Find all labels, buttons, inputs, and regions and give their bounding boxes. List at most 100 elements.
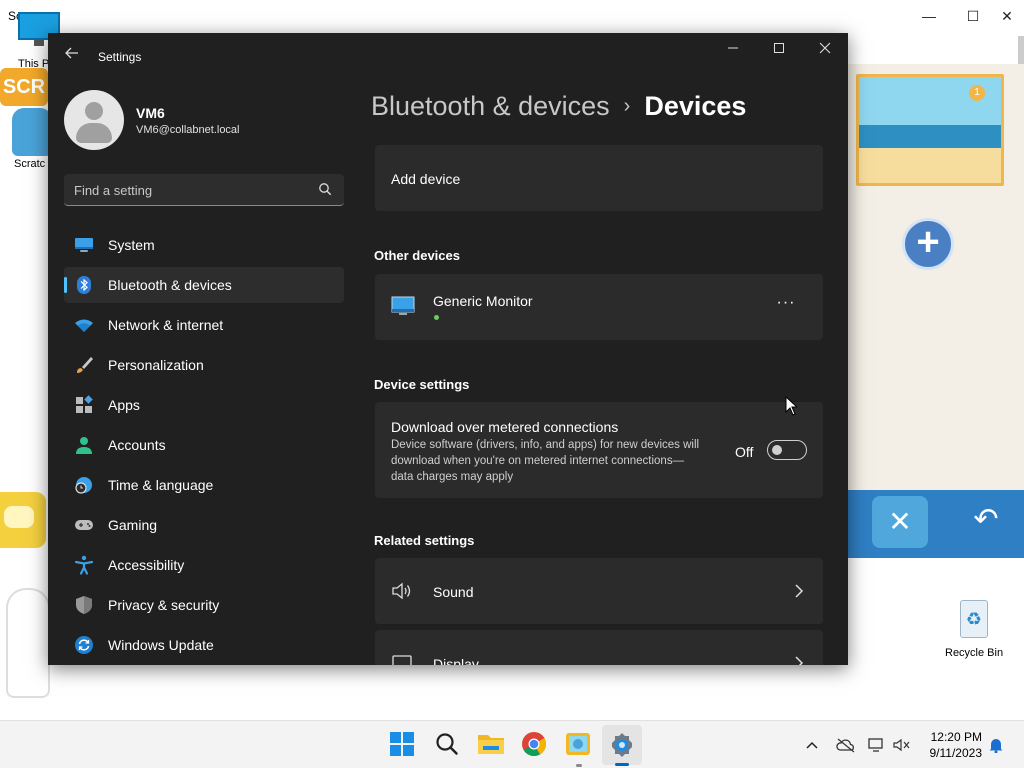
- avatar-head: [85, 102, 103, 120]
- sidebar-item-label: System: [108, 237, 155, 253]
- sidebar-item-system[interactable]: System: [64, 227, 344, 263]
- sidebar-item-label: Gaming: [108, 517, 158, 533]
- monitor-stand: [34, 40, 44, 46]
- monitor-icon: [391, 296, 415, 318]
- device-card-generic-monitor[interactable]: Generic Monitor ···: [375, 274, 823, 340]
- related-settings-heading: Related settings: [374, 533, 475, 548]
- start-icon[interactable]: [389, 731, 417, 759]
- maximize-button[interactable]: [764, 39, 794, 59]
- sidebar-item-label: Network & internet: [108, 317, 224, 333]
- background-close-button[interactable]: ✕: [996, 6, 1018, 26]
- related-setting-sound[interactable]: Sound: [375, 558, 823, 624]
- sidebar-item-accessibility[interactable]: Accessibility: [64, 547, 344, 583]
- minimize-button[interactable]: [718, 39, 748, 59]
- taskbar: 12:20 PM 9/11/2023: [0, 720, 1024, 768]
- scratch-icon[interactable]: [565, 731, 593, 759]
- apps-icon: [74, 395, 94, 415]
- code-block-inner: [4, 506, 34, 528]
- background-minimize-button[interactable]: —: [918, 6, 940, 26]
- sidebar-item-bluetooth-devices[interactable]: Bluetooth & devices: [64, 267, 344, 303]
- avatar[interactable]: [64, 90, 124, 150]
- chevron-right-icon: [793, 654, 805, 665]
- undo-icon[interactable]: ↶: [966, 500, 1006, 540]
- device-name: Generic Monitor: [433, 293, 533, 309]
- chevron-up-icon[interactable]: [804, 737, 822, 753]
- search-box[interactable]: [64, 174, 344, 206]
- scene-thumbnail[interactable]: 1: [856, 74, 1004, 186]
- sidebar-item-privacy-security[interactable]: Privacy & security: [64, 587, 344, 623]
- scene-sea: [859, 124, 1001, 148]
- breadcrumb-parent-link[interactable]: Bluetooth & devices: [371, 91, 610, 121]
- sidebar-item-label: Time & language: [108, 477, 214, 493]
- scratch-running-indicator: [576, 764, 582, 767]
- device-settings-heading: Device settings: [374, 377, 470, 392]
- network-icon[interactable]: [868, 737, 886, 753]
- add-device-label: Add device: [391, 171, 461, 187]
- scene-number-badge: 1: [969, 85, 985, 101]
- settings-icon[interactable]: [608, 731, 636, 759]
- related-setting-display[interactable]: Display: [375, 630, 823, 665]
- update-icon: [74, 635, 94, 655]
- file-explorer-icon[interactable]: [477, 731, 505, 759]
- chevron-right-icon: [793, 582, 805, 600]
- onedrive-icon[interactable]: [836, 737, 855, 753]
- page-title: Devices: [644, 91, 747, 121]
- shield-icon: [74, 595, 94, 615]
- toggle-knob: [772, 445, 782, 455]
- back-arrow-icon[interactable]: [60, 45, 84, 69]
- clock-date[interactable]: 9/11/2023: [920, 746, 983, 760]
- sidebar-item-label: Personalization: [108, 357, 204, 373]
- background-app-titlebar: Sc — ☐ ✕: [0, 0, 1024, 34]
- breadcrumb-separator: ›: [623, 95, 631, 117]
- related-setting-label: Display: [433, 656, 479, 665]
- code-block[interactable]: [0, 492, 46, 548]
- user-name: VM6: [136, 105, 165, 121]
- sidebar-item-accounts[interactable]: Accounts: [64, 427, 344, 463]
- notification-bell-icon[interactable]: [988, 737, 1006, 754]
- scene-sky: [859, 77, 1001, 125]
- sidebar-item-network[interactable]: Network & internet: [64, 307, 344, 343]
- mouse-cursor-icon: [785, 395, 799, 416]
- clock-time[interactable]: 12:20 PM: [930, 730, 982, 744]
- settings-window: Settings VM6 VM6@collabnet.local System: [48, 33, 848, 665]
- brush-icon: [74, 355, 94, 375]
- connected-status-dot: [434, 315, 439, 320]
- background-maximize-button[interactable]: ☐: [962, 6, 984, 26]
- search-icon[interactable]: [318, 182, 334, 198]
- sidebar-item-windows-update[interactable]: Windows Update: [64, 627, 344, 663]
- breadcrumb: Bluetooth & devices › Devices: [371, 91, 746, 122]
- more-options-button[interactable]: ···: [775, 295, 797, 316]
- scene-sand: [859, 148, 1001, 183]
- wifi-icon: [74, 315, 94, 335]
- sidebar-item-apps[interactable]: Apps: [64, 387, 344, 423]
- sidebar-item-label: Accessibility: [108, 557, 185, 573]
- sidebar-item-personalization[interactable]: Personalization: [64, 347, 344, 383]
- metered-toggle-switch[interactable]: [767, 440, 807, 460]
- window-title: Settings: [98, 50, 142, 64]
- gamepad-icon: [74, 515, 94, 535]
- recycle-bin-label: Recycle Bin: [945, 647, 1004, 659]
- sidebar-item-gaming[interactable]: Gaming: [64, 507, 344, 543]
- speaker-icon: [391, 580, 413, 602]
- scratch-desktop-icon[interactable]: [12, 108, 52, 156]
- related-setting-label: Sound: [433, 584, 474, 600]
- search-icon[interactable]: [434, 731, 462, 759]
- volume-muted-icon[interactable]: [893, 737, 911, 753]
- other-devices-heading: Other devices: [374, 248, 460, 263]
- close-button[interactable]: [810, 39, 840, 59]
- sidebar-item-time-language[interactable]: Time & language: [64, 467, 344, 503]
- add-device-button[interactable]: Add device: [375, 145, 823, 211]
- metered-setting-title: Download over metered connections: [391, 419, 619, 435]
- delete-sprite-icon[interactable]: ✕: [872, 496, 928, 548]
- sidebar-item-label: Accounts: [108, 437, 166, 453]
- search-input[interactable]: [74, 181, 304, 199]
- chrome-icon[interactable]: [521, 731, 549, 759]
- avatar-body: [76, 123, 112, 143]
- recycle-symbol-icon: ♻: [960, 600, 988, 638]
- metered-toggle-state: Off: [735, 444, 754, 460]
- sidebar-item-label: Bluetooth & devices: [108, 277, 232, 293]
- recycle-bin-icon[interactable]: ♻: [954, 596, 994, 640]
- add-scene-button[interactable]: +: [902, 218, 954, 270]
- sidebar-nav: System Bluetooth & devices Network & int…: [64, 227, 344, 665]
- active-app-indicator: [615, 763, 629, 766]
